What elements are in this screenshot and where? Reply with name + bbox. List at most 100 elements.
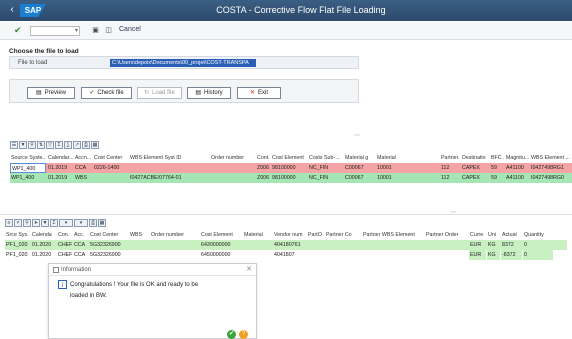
- chevron-down-icon[interactable]: ▾: [75, 27, 78, 34]
- grid2-col-header[interactable]: Acc.: [73, 230, 87, 240]
- table-row[interactable]: WP1_400 01.2019 WBS I0427ACBE/07764-01 Z…: [10, 173, 572, 183]
- table-cell[interactable]: 5G32326900: [89, 240, 127, 250]
- grid1-col-header[interactable]: Costs Sub-...: [308, 153, 342, 163]
- table-cell[interactable]: [362, 240, 422, 250]
- table-cell[interactable]: 98100000: [271, 163, 307, 173]
- table-cell[interactable]: 01.2020: [31, 240, 56, 250]
- grid2-col-header[interactable]: Cost Center: [89, 230, 127, 240]
- grid1-col-header[interactable]: Magnitu...: [505, 153, 529, 163]
- file-path-input[interactable]: C:\Users\depoix\Documents\00_projet\COST…: [110, 59, 256, 67]
- table-cell[interactable]: C00067: [344, 163, 374, 173]
- cancel-button[interactable]: Cancel: [119, 26, 141, 33]
- table-cell[interactable]: 6430000000: [200, 240, 242, 250]
- grid1-col-header[interactable]: Source Syste...: [10, 153, 46, 163]
- print-icon[interactable]: ⎙: [82, 141, 90, 149]
- table-cell[interactable]: [129, 250, 147, 260]
- subtotal-icon[interactable]: ∑: [64, 141, 72, 149]
- grid2-col-header[interactable]: Srce Sys.: [5, 230, 30, 240]
- find-icon[interactable]: ⚲: [23, 219, 31, 227]
- sort-icon[interactable]: ⇅: [37, 141, 45, 149]
- grid1-col-header[interactable]: Cost Element: [271, 153, 307, 163]
- export-dropdown[interactable]: ▾: [74, 219, 88, 227]
- grid2-col-header[interactable]: Uni: [487, 230, 500, 240]
- grid2-col-header[interactable]: PartO: [307, 230, 323, 240]
- grid2-col-header[interactable]: Cost Element: [200, 230, 242, 240]
- table-cell[interactable]: -8372: [501, 250, 522, 260]
- table-cell[interactable]: NC_FIN: [308, 173, 342, 183]
- grid1-col-header[interactable]: Accn...: [74, 153, 92, 163]
- table-cell[interactable]: 0: [523, 250, 553, 260]
- table-cell[interactable]: [210, 173, 255, 183]
- grid1-col-header[interactable]: BFC ...: [490, 153, 504, 163]
- table-cell[interactable]: EUR: [469, 250, 486, 260]
- table-cell[interactable]: 01.2019: [47, 173, 73, 183]
- sum-icon[interactable]: Σ: [55, 141, 63, 149]
- save-icon[interactable]: ▣: [91, 26, 100, 35]
- table-cell[interactable]: 404180761: [273, 240, 306, 250]
- grid2-col-header[interactable]: Actual: [501, 230, 522, 240]
- layout-icon[interactable]: ▦: [91, 141, 99, 149]
- table-cell[interactable]: WP1_400: [10, 173, 46, 183]
- grid2-col-header[interactable]: Quantity: [523, 230, 553, 240]
- table-cell[interactable]: 0226-1400: [93, 163, 125, 173]
- table-cell[interactable]: 59: [490, 173, 504, 183]
- export-icon[interactable]: ↗: [73, 141, 81, 149]
- grid2-col-header[interactable]: Calenda: [31, 230, 56, 240]
- table-cell[interactable]: [243, 250, 271, 260]
- grid2-col-header[interactable]: Partner Order: [425, 230, 467, 240]
- table-cell[interactable]: A41100: [505, 163, 529, 173]
- subtotal-dropdown[interactable]: ▾: [59, 219, 73, 227]
- command-field[interactable]: ▾: [30, 26, 80, 36]
- table-cell[interactable]: PF1_020: [5, 240, 30, 250]
- grid1-col-header[interactable]: Destinatio: [461, 153, 489, 163]
- sort-descending-icon[interactable]: ≠: [14, 219, 22, 227]
- table-cell[interactable]: PF1_020: [5, 250, 30, 260]
- table-cell[interactable]: 112: [440, 173, 460, 183]
- table-cell[interactable]: 112: [440, 163, 460, 173]
- table-cell[interactable]: Z006: [256, 173, 270, 183]
- table-cell[interactable]: CCA: [73, 250, 87, 260]
- table-cell[interactable]: I0427498RG0: [530, 173, 572, 183]
- table-cell[interactable]: 6450000000: [200, 250, 242, 260]
- table-cell[interactable]: 01.2020: [31, 250, 56, 260]
- enter-check-icon[interactable]: ✔: [14, 25, 22, 36]
- table-cell[interactable]: [362, 250, 422, 260]
- help-icon[interactable]: ?: [239, 330, 248, 339]
- table-cell[interactable]: [129, 240, 147, 250]
- grid1-col-header[interactable]: Cost Center: [93, 153, 125, 163]
- table-cell[interactable]: NC_FIN: [308, 163, 342, 173]
- table-cell[interactable]: WBS: [74, 173, 92, 183]
- splitter-handle-bottom[interactable]: ⋯: [450, 209, 456, 216]
- print-icon[interactable]: ⎙: [89, 219, 97, 227]
- table-cell[interactable]: 4041807: [273, 250, 306, 260]
- table-cell[interactable]: 10001: [376, 173, 426, 183]
- exit-button[interactable]: ✕ Exit: [237, 87, 281, 99]
- splitter-handle-top[interactable]: ⋯: [354, 132, 360, 139]
- grid1-col-header[interactable]: Material g: [344, 153, 374, 163]
- grid2-col-header[interactable]: Con.: [57, 230, 72, 240]
- table-cell[interactable]: [325, 240, 359, 250]
- grid1-col-header[interactable]: WBS Element Syst ID: [129, 153, 209, 163]
- details-icon[interactable]: ☰: [10, 141, 18, 149]
- ok-check-icon[interactable]: ✔: [227, 330, 236, 339]
- filter-icon[interactable]: ▼: [41, 219, 49, 227]
- table-cell[interactable]: CHEF: [57, 250, 72, 260]
- grid2-col-header[interactable]: Partner Co: [325, 230, 359, 240]
- grid1-col-header[interactable]: Material: [376, 153, 426, 163]
- funnel-icon[interactable]: ▽: [46, 141, 54, 149]
- layout-icon[interactable]: ▦: [98, 219, 106, 227]
- grid2-col-header[interactable]: Order number: [150, 230, 198, 240]
- grid2-col-header[interactable]: Material: [243, 230, 271, 240]
- grid1-col-header[interactable]: WBS Element ...: [530, 153, 572, 163]
- table-cell[interactable]: 0: [523, 240, 553, 250]
- table-cell[interactable]: 8372: [501, 240, 522, 250]
- table-cell[interactable]: [243, 240, 271, 250]
- table-cell[interactable]: WP1_400: [10, 163, 46, 173]
- table-cell[interactable]: A41100: [505, 173, 529, 183]
- filter-icon[interactable]: ▼: [19, 141, 27, 149]
- load-file-button[interactable]: ↻ Load file: [137, 87, 182, 99]
- preview-button[interactable]: ▤ Preview: [27, 87, 75, 99]
- table-row[interactable]: WP1_400 01.2019 CCA 0226-1400 Z006 98100…: [10, 163, 572, 173]
- table-cell[interactable]: 98100000: [271, 173, 307, 183]
- table-row[interactable]: PF1_020 01.2020 CHEF CCA 5G32326900 6450…: [5, 250, 567, 260]
